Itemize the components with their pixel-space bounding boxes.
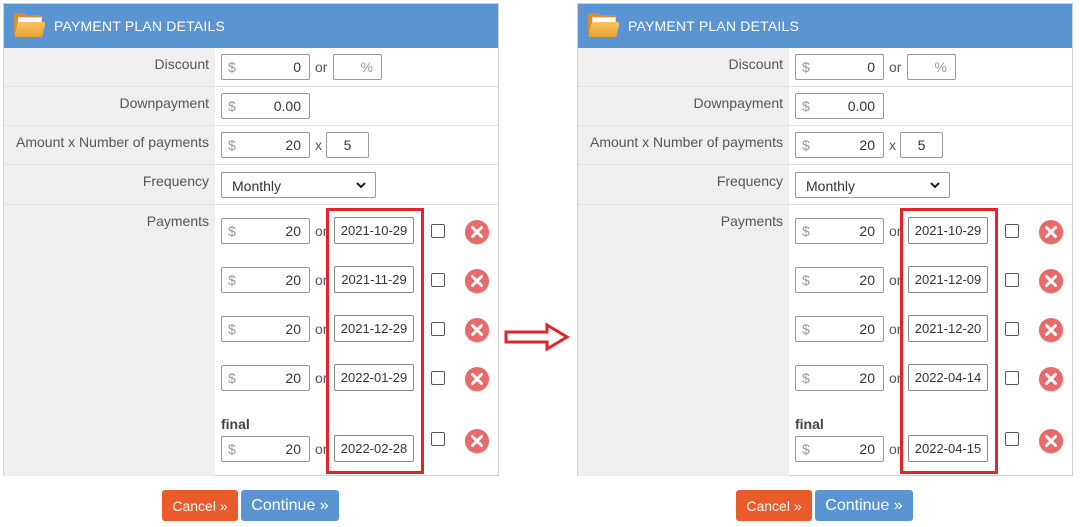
payments-row: Payments $ 20 or 2021-10-29 $ 20 or 2021… [578,205,1072,476]
payment-amount-input[interactable]: $ 20 [221,365,310,391]
frequency-select[interactable]: Monthly [795,172,950,198]
final-label: final [795,416,824,432]
x-text: x [315,137,322,153]
payment-checkbox[interactable] [431,371,445,385]
downpayment-label: Downpayment [4,87,215,125]
frequency-row: Frequency Monthly [4,165,498,205]
delete-icon[interactable] [465,367,489,391]
payment-amount-input[interactable]: $ 20 [795,267,884,293]
payment-checkbox[interactable] [431,224,445,238]
payment-checkbox[interactable] [431,432,445,446]
panel-header: PAYMENT PLAN DETAILS [4,4,498,48]
cancel-button[interactable]: Cancel » [736,490,812,521]
payment-plan-panel-before: PAYMENT PLAN DETAILS Discount $ 0 or % D… [3,3,499,476]
payment-amount-input[interactable]: $ 20 [795,218,884,244]
delete-icon[interactable] [465,429,489,453]
payment-plan-panel-after: PAYMENT PLAN DETAILS Discount $ 0 or % D… [577,3,1073,476]
frequency-label: Frequency [4,165,215,204]
payment-amount-input[interactable]: $ 20 [221,267,310,293]
downpayment-input[interactable]: $ 0.00 [795,93,884,119]
discount-percent-input[interactable]: % [333,54,382,80]
discount-label: Discount [4,48,215,86]
continue-button[interactable]: Continue » [815,490,913,521]
discount-row: Discount $ 0 or % [4,48,498,87]
amount-row: Amount x Number of payments $ 20 x 5 [4,126,498,165]
frequency-row: Frequency Monthly [578,165,1072,205]
count-input[interactable]: 5 [326,132,369,158]
x-text: x [889,137,896,153]
payment-checkbox[interactable] [1005,432,1019,446]
payment-checkbox[interactable] [431,273,445,287]
delete-icon[interactable] [1039,220,1063,244]
cancel-button[interactable]: Cancel » [162,490,238,521]
count-input[interactable]: 5 [900,132,943,158]
payments-label: Payments [4,205,215,476]
panel-title: PAYMENT PLAN DETAILS [54,18,226,34]
payment-checkbox[interactable] [1005,371,1019,385]
or-text: or [889,59,902,75]
highlight-box [900,208,998,474]
final-label: final [221,416,250,432]
discount-amount-input[interactable]: $ 0 [221,54,310,80]
amount-row: Amount x Number of payments $ 20 x 5 [578,126,1072,165]
continue-button[interactable]: Continue » [241,490,339,521]
right-arrow-icon [503,322,571,355]
panel-header: PAYMENT PLAN DETAILS [578,4,1072,48]
discount-amount-input[interactable]: $ 0 [795,54,884,80]
payment-checkbox[interactable] [1005,224,1019,238]
downpayment-label: Downpayment [578,87,789,125]
delete-icon[interactable] [465,318,489,342]
payment-checkbox[interactable] [1005,322,1019,336]
panel-title: PAYMENT PLAN DETAILS [628,18,800,34]
payment-checkbox[interactable] [1005,273,1019,287]
folder-icon [12,13,46,39]
chevron-down-icon [355,176,367,197]
payment-amount-input[interactable]: $ 20 [221,436,310,462]
delete-icon[interactable] [1039,318,1063,342]
amount-input[interactable]: $ 20 [795,132,884,158]
downpayment-input[interactable]: $ 0.00 [221,93,310,119]
payment-amount-input[interactable]: $ 20 [795,436,884,462]
discount-percent-input[interactable]: % [907,54,956,80]
frequency-select[interactable]: Monthly [221,172,376,198]
payment-amount-input[interactable]: $ 20 [795,365,884,391]
payment-amount-input[interactable]: $ 20 [221,218,310,244]
payment-amount-input[interactable]: $ 20 [221,316,310,342]
delete-icon[interactable] [465,220,489,244]
folder-icon [586,13,620,39]
downpayment-row: Downpayment $ 0.00 [4,87,498,126]
delete-icon[interactable] [1039,269,1063,293]
payments-label: Payments [578,205,789,476]
discount-label: Discount [578,48,789,86]
payment-checkbox[interactable] [431,322,445,336]
amount-label: Amount x Number of payments [578,126,789,164]
highlight-box [326,208,424,474]
frequency-label: Frequency [578,165,789,204]
delete-icon[interactable] [1039,367,1063,391]
or-text: or [315,59,328,75]
downpayment-row: Downpayment $ 0.00 [578,87,1072,126]
delete-icon[interactable] [465,269,489,293]
delete-icon[interactable] [1039,429,1063,453]
chevron-down-icon [929,176,941,197]
amount-label: Amount x Number of payments [4,126,215,164]
payment-amount-input[interactable]: $ 20 [795,316,884,342]
payments-row: Payments $ 20 or 2021-10-29 $ 20 or 2021… [4,205,498,476]
discount-row: Discount $ 0 or % [578,48,1072,87]
amount-input[interactable]: $ 20 [221,132,310,158]
